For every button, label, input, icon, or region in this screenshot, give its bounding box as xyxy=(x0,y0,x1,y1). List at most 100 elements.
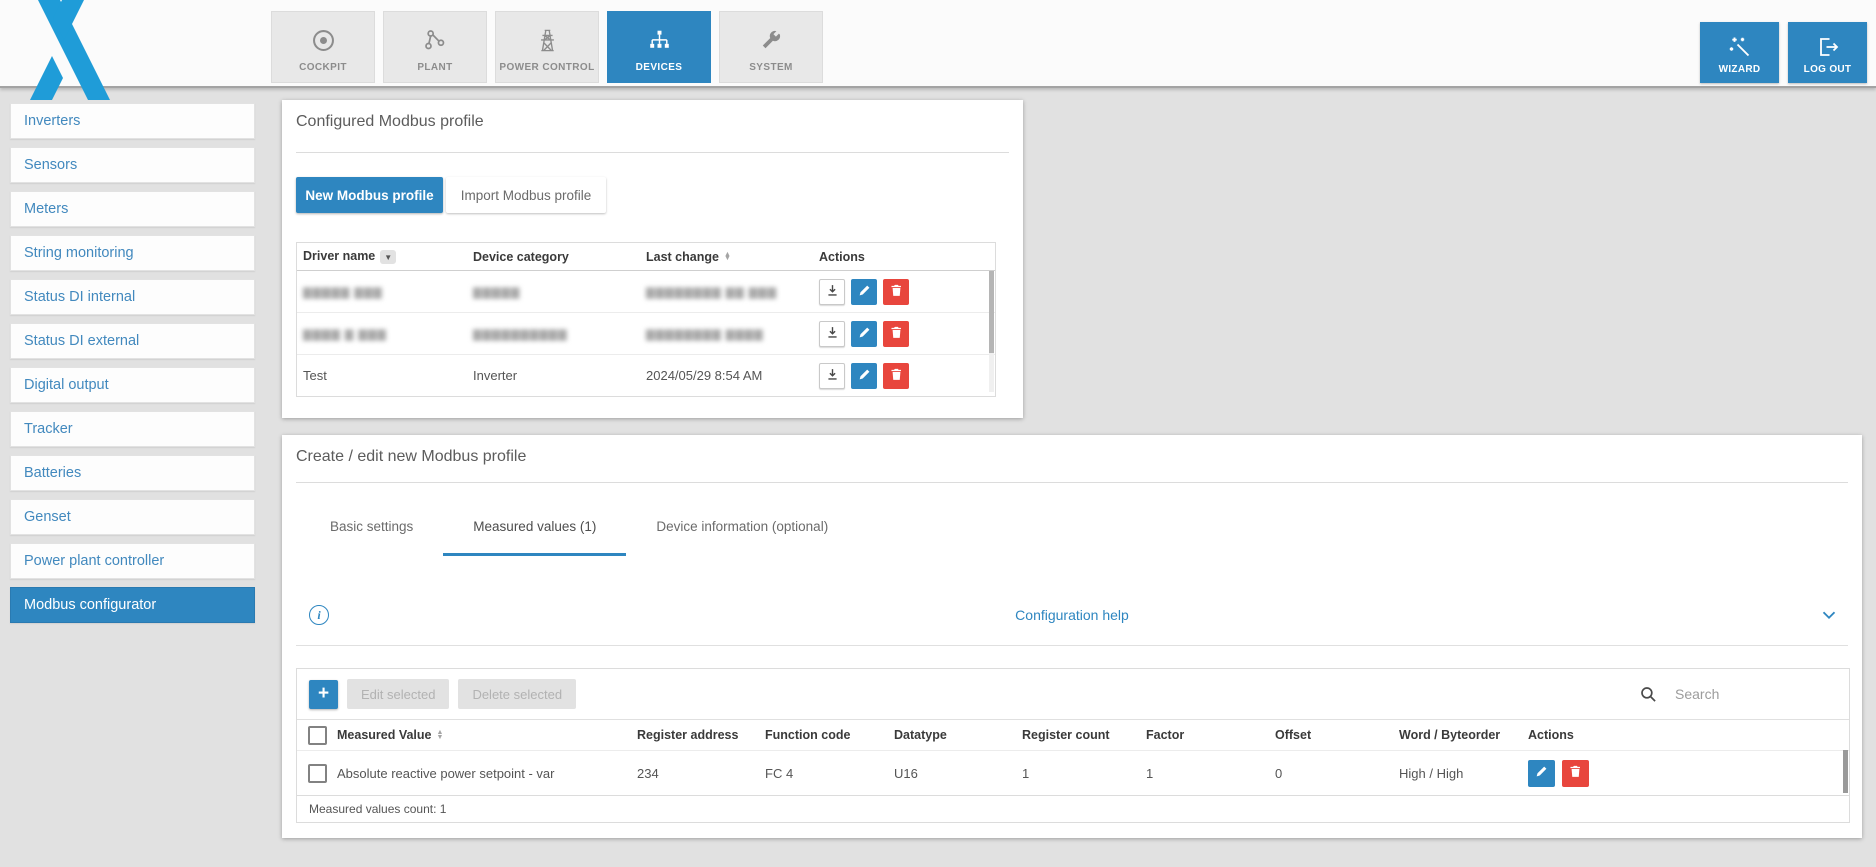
pencil-icon xyxy=(858,326,871,342)
col-measured-value[interactable]: Measured Value xyxy=(337,728,432,742)
sidebar-item-digital-output[interactable]: Digital output xyxy=(10,367,255,403)
wizard-button[interactable]: WIZARD xyxy=(1700,22,1779,83)
col-register-count: Register count xyxy=(1022,728,1146,742)
cell-device-category: Inverter xyxy=(467,368,640,383)
sidebar-item-genset[interactable]: Genset xyxy=(10,499,255,535)
cell-text: ▇▇▇▇▇▇▇▇ ▇▇ ▇▇▇ xyxy=(646,287,777,299)
cell-text: Test xyxy=(303,368,327,383)
nav-tab-label: COCKPIT xyxy=(299,62,347,73)
profile-table-row: ▇▇▇▇ ▇ ▇▇▇ ▇▇▇▇▇▇▇▇▇▇ ▇▇▇▇▇▇▇▇ ▇▇▇▇ xyxy=(297,313,995,355)
cell-device-category: ▇▇▇▇▇ xyxy=(467,284,640,299)
delete-profile-button[interactable] xyxy=(883,279,909,305)
import-modbus-profile-button[interactable]: Import Modbus profile xyxy=(446,177,606,213)
sidebar-item-label: Modbus configurator xyxy=(24,597,156,613)
log-out-button[interactable]: LOG OUT xyxy=(1788,22,1867,83)
edit-measured-value-button[interactable] xyxy=(1528,760,1555,787)
profile-table-row: ▇▇▇▇▇ ▇▇▇▇▇▇▇▇▇▇▇▇▇▇▇▇ ▇▇ ▇▇▇ xyxy=(297,271,995,313)
divider xyxy=(296,152,1009,153)
pencil-icon xyxy=(858,368,871,384)
col-driver-name[interactable]: Driver name xyxy=(303,249,375,263)
card-title: Create / edit new Modbus profile xyxy=(296,448,526,466)
profiles-table: Driver name ▼ Device category Last change… xyxy=(296,242,996,397)
sort-desc-icon[interactable]: ▼ xyxy=(380,250,396,264)
download-icon xyxy=(826,284,839,300)
edit-profile-button[interactable] xyxy=(851,363,877,389)
edit-selected-button[interactable]: Edit selected xyxy=(347,679,449,709)
sidebar-item-label: Status DI internal xyxy=(24,289,135,305)
cell-text: ▇▇▇▇ ▇ ▇▇▇ xyxy=(303,329,387,341)
search-input[interactable] xyxy=(1673,685,1827,703)
download-profile-button[interactable] xyxy=(819,321,845,347)
measured-value-row: Absolute reactive power setpoint - var23… xyxy=(297,750,1849,795)
add-measured-value-button[interactable]: + xyxy=(309,680,338,709)
col-device-category[interactable]: Device category xyxy=(473,250,569,264)
sidebar-item-sensors[interactable]: Sensors xyxy=(10,147,255,183)
nav-tab-devices[interactable]: DEVICES xyxy=(607,11,711,83)
sidebar-item-inverters[interactable]: Inverters xyxy=(10,103,255,139)
cell-actions xyxy=(813,321,995,347)
select-all-checkbox[interactable] xyxy=(308,726,327,745)
cell-actions xyxy=(1528,760,1849,787)
cell-text: ▇▇▇▇▇ xyxy=(473,287,520,299)
cell-factor: 1 xyxy=(1146,766,1275,781)
cell-last-change: ▇▇▇▇▇▇▇▇ ▇▇▇▇ xyxy=(640,326,813,341)
table-scrollbar[interactable] xyxy=(1843,750,1848,793)
sidebar-item-label: Genset xyxy=(24,509,71,525)
col-last-change[interactable]: Last change xyxy=(646,250,719,264)
cell-driver-name: Test xyxy=(297,368,467,383)
sidebar-item-modbus-configurator[interactable]: Modbus configurator xyxy=(10,587,255,623)
tab-measured-values-1[interactable]: Measured values (1) xyxy=(443,497,626,556)
delete-profile-button[interactable] xyxy=(883,321,909,347)
delete-measured-value-button[interactable] xyxy=(1562,760,1589,787)
col-actions: Actions xyxy=(1528,728,1849,742)
tab-basic-settings[interactable]: Basic settings xyxy=(300,497,443,556)
row-checkbox[interactable] xyxy=(308,764,327,783)
cell-actions xyxy=(813,279,995,305)
configured-modbus-profile-card: Configured Modbus profile New Modbus pro… xyxy=(282,100,1023,418)
delete-profile-button[interactable] xyxy=(883,363,909,389)
col-factor: Factor xyxy=(1146,728,1275,742)
nav-tab-power-control[interactable]: POWER CONTROL xyxy=(495,11,599,83)
col-register-address: Register address xyxy=(637,728,765,742)
new-modbus-profile-button[interactable]: New Modbus profile xyxy=(296,177,443,213)
cell-device-category: ▇▇▇▇▇▇▇▇▇▇ xyxy=(467,326,640,341)
profiles-table-header: Driver name ▼ Device category Last change… xyxy=(297,243,995,271)
tab-device-information-optional[interactable]: Device information (optional) xyxy=(626,497,858,556)
configuration-help-link[interactable]: Configuration help xyxy=(296,607,1848,623)
edit-profile-button[interactable] xyxy=(851,321,877,347)
pencil-icon xyxy=(858,284,871,300)
download-profile-button[interactable] xyxy=(819,363,845,389)
download-profile-button[interactable] xyxy=(819,279,845,305)
sidebar-item-batteries[interactable]: Batteries xyxy=(10,455,255,491)
cell-measured-value: Absolute reactive power setpoint - var xyxy=(337,766,637,781)
nav-tab-cockpit[interactable]: COCKPIT xyxy=(271,11,375,83)
nav-tab-label: SYSTEM xyxy=(749,62,793,73)
sidebar-item-status-di-external[interactable]: Status DI external xyxy=(10,323,255,359)
sidebar-item-status-di-internal[interactable]: Status DI internal xyxy=(10,279,255,315)
cell-function-code: FC 4 xyxy=(765,766,894,781)
trash-icon xyxy=(1569,765,1582,781)
nav-tab-plant[interactable]: PLANT xyxy=(383,11,487,83)
top-button-label: WIZARD xyxy=(1719,64,1761,75)
sidebar-item-tracker[interactable]: Tracker xyxy=(10,411,255,447)
cell-register-address: 234 xyxy=(637,766,765,781)
sidebar-item-power-plant-controller[interactable]: Power plant controller xyxy=(10,543,255,579)
delete-selected-button[interactable]: Delete selected xyxy=(458,679,576,709)
sidebar-item-label: Tracker xyxy=(24,421,73,437)
cell-offset: 0 xyxy=(1275,766,1399,781)
sort-icon[interactable]: ▲▼ xyxy=(437,731,444,740)
sort-icon[interactable]: ▲▼ xyxy=(724,253,731,262)
edit-profile-button[interactable] xyxy=(851,279,877,305)
table-scrollbar[interactable] xyxy=(989,271,994,392)
measured-values-toolbar: + Edit selected Delete selected xyxy=(297,669,1849,719)
sidebar-item-string-monitoring[interactable]: String monitoring xyxy=(10,235,255,271)
app-logo-icon xyxy=(6,0,116,100)
nav-tab-system[interactable]: SYSTEM xyxy=(719,11,823,83)
sidebar-item-label: Batteries xyxy=(24,465,81,481)
search-box xyxy=(1640,669,1827,719)
sidebar-item-label: Inverters xyxy=(24,113,80,129)
cell-text: ▇▇▇▇▇▇▇▇ ▇▇▇▇ xyxy=(646,329,764,341)
sidebar-item-meters[interactable]: Meters xyxy=(10,191,255,227)
chevron-down-icon[interactable] xyxy=(1818,604,1840,626)
download-icon xyxy=(826,368,839,384)
